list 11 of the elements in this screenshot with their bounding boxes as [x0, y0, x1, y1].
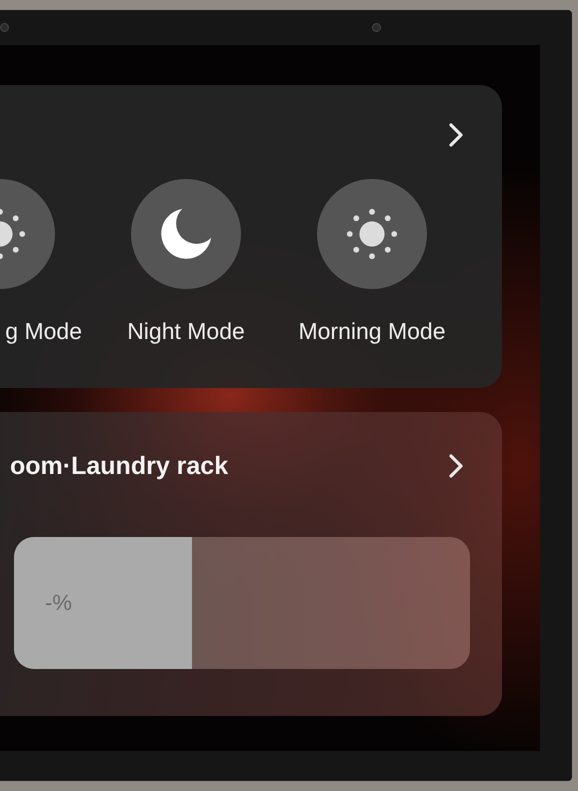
slider-track[interactable]: -%	[14, 537, 470, 669]
slider-reading: -%	[45, 589, 72, 617]
chevron-right-icon[interactable]	[448, 122, 464, 148]
chevron-right-icon[interactable]	[448, 453, 464, 479]
slider-fill[interactable]	[14, 537, 192, 669]
mode-label: Night Mode	[127, 317, 245, 346]
mode-label: g Mode	[5, 317, 82, 346]
device-title: oom·Laundry rack	[10, 452, 228, 480]
mode-label: Morning Mode	[298, 317, 446, 346]
camera-dot-icon	[0, 23, 9, 32]
camera-dot-icon	[372, 23, 381, 32]
